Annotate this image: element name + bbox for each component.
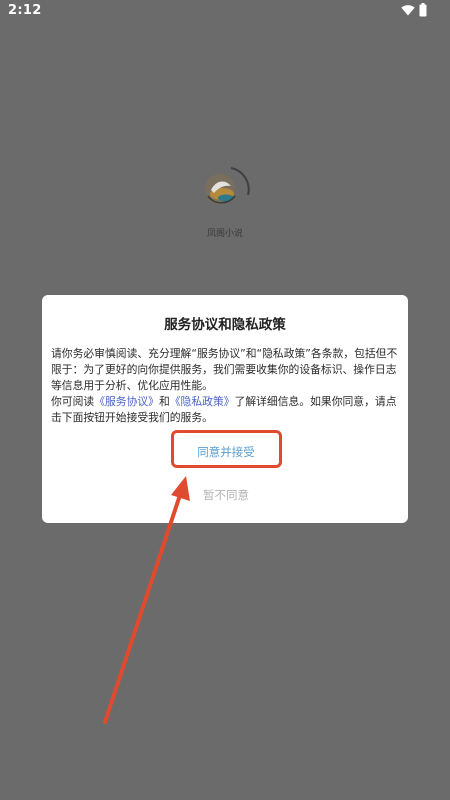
- dialog-paragraph-2-prefix: 你可阅读: [51, 395, 95, 408]
- accept-button[interactable]: 同意并接受: [172, 438, 280, 466]
- privacy-dialog: 服务协议和隐私政策 请你务必审慎阅读、充分理解“服务协议”和“隐私政策”各条款，…: [42, 295, 408, 523]
- decline-button[interactable]: 暂不同意: [172, 483, 280, 507]
- battery-icon: [419, 3, 427, 17]
- privacy-policy-link[interactable]: 《隐私政策》: [170, 395, 235, 408]
- status-time: 2:12: [8, 3, 42, 18]
- dialog-title: 服务协议和隐私政策: [164, 317, 286, 333]
- dialog-paragraph-2-and: 和: [158, 395, 170, 408]
- dialog-body: 请你务必审慎阅读、充分理解“服务协议”和“隐私政策”各条款，包括但不限于：为了更…: [51, 346, 401, 426]
- status-bar: 2:12: [0, 0, 450, 22]
- service-agreement-link[interactable]: 《服务协议》: [94, 395, 159, 408]
- app-name: 凤阁小说: [206, 229, 243, 239]
- dialog-paragraph-1: 请你务必审慎阅读、充分理解“服务协议”和“隐私政策”各条款，包括但不限于：为了更…: [51, 347, 398, 392]
- wifi-icon: [401, 5, 415, 16]
- dialog-paragraph-2: 你可阅读《服务协议》和《隐私政策》了解详细信息。如果你同意，请点击下面按钮开始接…: [51, 394, 401, 426]
- screen: 2:12 凤阁小说 服务协议和隐私政策 请你务必审慎阅读、充分理解“服务协议”和…: [0, 0, 450, 800]
- app-logo-icon: [205, 167, 250, 204]
